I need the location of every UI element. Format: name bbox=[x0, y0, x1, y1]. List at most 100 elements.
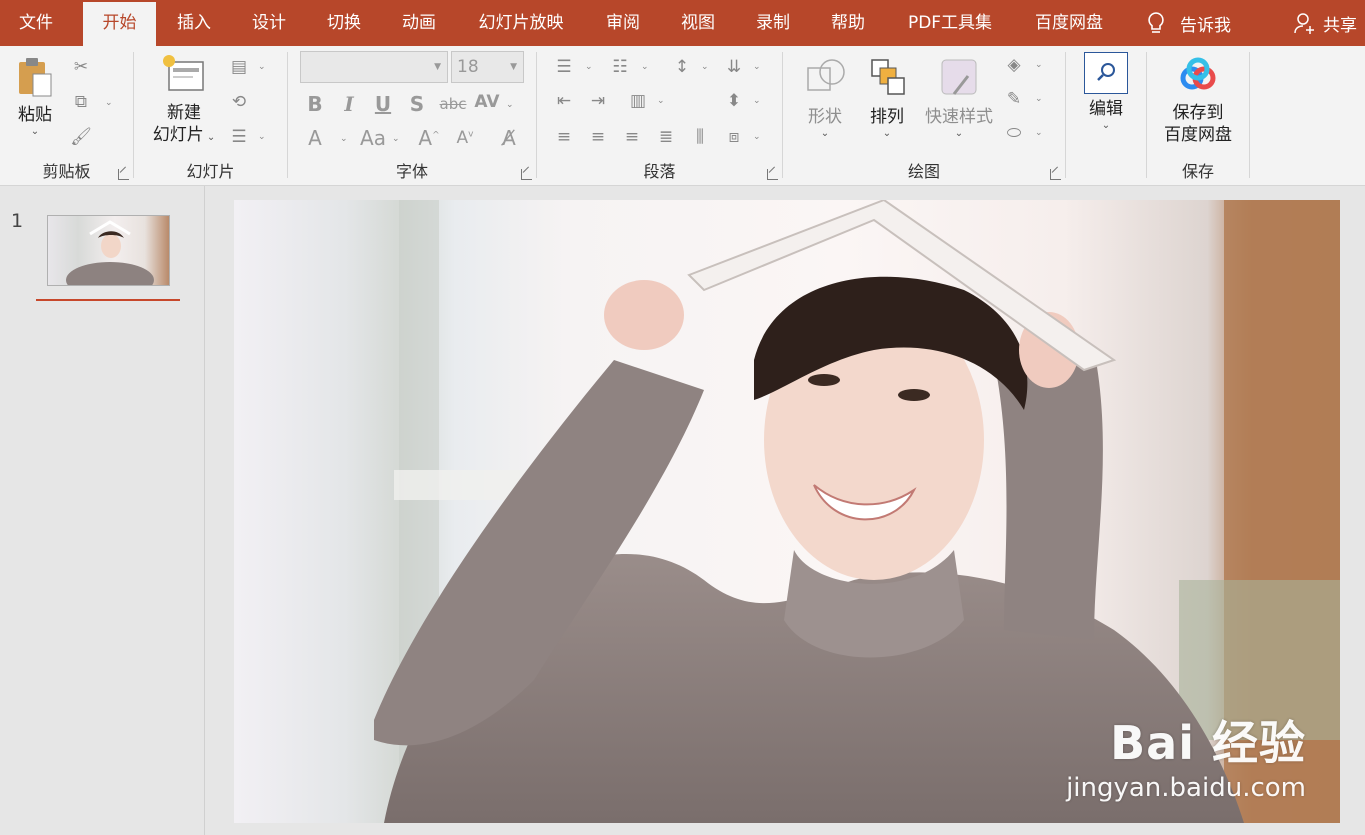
clipboard-dialog-launcher[interactable] bbox=[118, 169, 129, 180]
shape-effects-icon[interactable]: ⬭ bbox=[1003, 122, 1025, 144]
distributed-icon[interactable]: ⫼ bbox=[689, 126, 711, 148]
tab-transitions[interactable]: 切换 bbox=[312, 0, 376, 46]
chevron-down-icon: ▼ bbox=[510, 62, 517, 72]
chevron-down-icon: ⌄ bbox=[820, 128, 830, 139]
section-icon[interactable]: ☰ bbox=[228, 126, 250, 148]
decrease-indent-icon[interactable]: ⇤ bbox=[553, 90, 575, 112]
drawing-dialog-launcher[interactable] bbox=[1050, 169, 1061, 180]
chevron-down-icon[interactable]: ⌄ bbox=[701, 62, 709, 72]
chevron-down-icon: ⌄ bbox=[1101, 120, 1111, 131]
person-add-icon bbox=[1294, 13, 1314, 34]
slides-group: 新建 幻灯片 ⌄ ▤ ⌄ ⟲ ☰ ⌄ 幻灯片 bbox=[134, 46, 287, 185]
chevron-down-icon[interactable]: ⌄ bbox=[753, 132, 761, 142]
new-slide-icon bbox=[163, 55, 204, 91]
clipboard-group-label: 剪贴板 bbox=[42, 162, 91, 181]
tab-help[interactable]: 帮助 bbox=[816, 0, 880, 46]
thumbnail-photo bbox=[66, 220, 154, 285]
paragraph-dialog-launcher[interactable] bbox=[767, 169, 778, 180]
chevron-down-icon[interactable]: ⌄ bbox=[506, 100, 514, 110]
tell-me-search[interactable]: 告诉我 bbox=[1146, 0, 1231, 46]
shapes-button[interactable]: 形状 ⌄ bbox=[795, 54, 855, 140]
save-group: 保存到 百度网盘 保存 bbox=[1147, 46, 1249, 185]
tell-me-label: 告诉我 bbox=[1180, 15, 1231, 36]
increase-font-icon[interactable]: A^ bbox=[418, 126, 440, 150]
text-direction-icon[interactable]: ⇊ bbox=[723, 56, 745, 78]
chevron-down-icon[interactable]: ⌄ bbox=[753, 62, 761, 72]
character-spacing-icon[interactable]: AV bbox=[474, 92, 500, 112]
change-case-icon[interactable]: Aa bbox=[358, 126, 388, 150]
font-name-select[interactable]: ▼ bbox=[300, 51, 448, 83]
arrange-icon bbox=[871, 59, 905, 95]
bold-icon[interactable]: B bbox=[304, 92, 326, 116]
increase-indent-icon[interactable]: ⇥ bbox=[587, 90, 609, 112]
chevron-down-icon: ▼ bbox=[434, 62, 441, 72]
save-to-baidu-button[interactable]: 保存到 百度网盘 bbox=[1153, 56, 1243, 146]
tab-slideshow[interactable]: 幻灯片放映 bbox=[462, 0, 580, 46]
chevron-down-icon[interactable]: ⌄ bbox=[753, 96, 761, 106]
tab-insert[interactable]: 插入 bbox=[162, 0, 226, 46]
slide-canvas[interactable]: Bai 经验 jingyan.baidu.com bbox=[234, 200, 1340, 823]
chevron-down-icon[interactable]: ⌄ bbox=[585, 62, 593, 72]
smartart-icon[interactable]: ⧈ bbox=[723, 126, 745, 148]
reset-slide-icon[interactable]: ⟲ bbox=[228, 91, 250, 113]
new-slide-button[interactable]: 新建 幻灯片 ⌄ bbox=[144, 54, 224, 149]
align-text-icon[interactable]: ⬍ bbox=[723, 90, 745, 112]
align-right-icon[interactable]: ≡ bbox=[621, 126, 643, 148]
arrange-label: 排列 bbox=[870, 107, 904, 127]
chevron-down-icon[interactable]: ⌄ bbox=[1035, 128, 1043, 138]
quick-styles-icon bbox=[941, 59, 977, 95]
strikethrough-icon[interactable]: abc bbox=[438, 95, 468, 113]
editing-group: 编辑 ⌄ bbox=[1066, 46, 1146, 185]
tab-pdf-tools[interactable]: PDF工具集 bbox=[891, 0, 1009, 46]
columns-icon[interactable]: ▥ bbox=[627, 90, 649, 112]
font-dialog-launcher[interactable] bbox=[521, 169, 532, 180]
layout-icon[interactable]: ▤ bbox=[228, 56, 250, 78]
chevron-down-icon[interactable]: ⌄ bbox=[105, 98, 113, 108]
decrease-font-icon[interactable]: Av bbox=[454, 128, 476, 148]
bullets-icon[interactable]: ☰ bbox=[553, 56, 575, 78]
paste-button[interactable]: 粘贴 ⌄ bbox=[12, 56, 58, 138]
tab-view[interactable]: 视图 bbox=[666, 0, 730, 46]
shape-fill-icon[interactable]: ◈ bbox=[1003, 54, 1025, 76]
tab-baidu-netdisk[interactable]: 百度网盘 bbox=[1020, 0, 1118, 46]
chevron-down-icon[interactable]: ⌄ bbox=[340, 134, 348, 144]
justify-icon[interactable]: ≣ bbox=[655, 126, 677, 148]
chevron-down-icon[interactable]: ⌄ bbox=[258, 132, 266, 142]
chevron-down-icon[interactable]: ⌄ bbox=[657, 96, 665, 106]
chevron-down-icon[interactable]: ⌄ bbox=[392, 134, 400, 144]
copy-icon[interactable]: ⧉ bbox=[70, 91, 92, 113]
align-left-icon[interactable]: ≡ bbox=[553, 126, 575, 148]
shape-outline-icon[interactable]: ✎ bbox=[1003, 88, 1025, 110]
align-center-icon[interactable]: ≡ bbox=[587, 126, 609, 148]
watermark-main-text: Bai 经验 bbox=[1110, 716, 1306, 770]
arrange-button[interactable]: 排列 ⌄ bbox=[859, 54, 915, 140]
tab-animations[interactable]: 动画 bbox=[387, 0, 451, 46]
underline-icon[interactable]: U bbox=[372, 92, 394, 116]
slide-number: 1 bbox=[11, 210, 24, 232]
font-color-icon[interactable]: A bbox=[304, 126, 326, 150]
share-button[interactable]: 共享 bbox=[1293, 0, 1357, 46]
save-group-label: 保存 bbox=[1181, 162, 1214, 181]
quick-styles-button[interactable]: 快速样式 ⌄ bbox=[919, 54, 999, 140]
quick-styles-label: 快速样式 bbox=[925, 107, 993, 127]
tab-file[interactable]: 文件 bbox=[0, 0, 72, 46]
shadow-icon[interactable]: S bbox=[406, 92, 428, 116]
format-painter-icon[interactable]: 🖌 bbox=[70, 126, 92, 148]
editing-button[interactable]: 编辑 ⌄ bbox=[1082, 52, 1130, 132]
numbering-icon[interactable]: ☷ bbox=[609, 56, 631, 78]
chevron-down-icon[interactable]: ⌄ bbox=[258, 62, 266, 72]
tab-home[interactable]: 开始 bbox=[83, 2, 156, 46]
tab-review[interactable]: 审阅 bbox=[591, 0, 655, 46]
tab-design[interactable]: 设计 bbox=[237, 0, 301, 46]
cut-icon[interactable]: ✂ bbox=[70, 56, 92, 78]
italic-icon[interactable]: I bbox=[338, 92, 360, 116]
tab-record[interactable]: 录制 bbox=[741, 0, 805, 46]
slide-thumbnail[interactable] bbox=[47, 215, 170, 286]
font-size-select[interactable]: 18 ▼ bbox=[451, 51, 524, 83]
chevron-down-icon[interactable]: ⌄ bbox=[641, 62, 649, 72]
line-spacing-icon[interactable]: ↕ bbox=[671, 56, 693, 78]
chevron-down-icon[interactable]: ⌄ bbox=[1035, 94, 1043, 104]
chevron-down-icon[interactable]: ⌄ bbox=[1035, 60, 1043, 70]
save-to-label-line1: 保存到 bbox=[1172, 103, 1224, 123]
clear-formatting-icon[interactable]: A̸ bbox=[498, 126, 520, 150]
